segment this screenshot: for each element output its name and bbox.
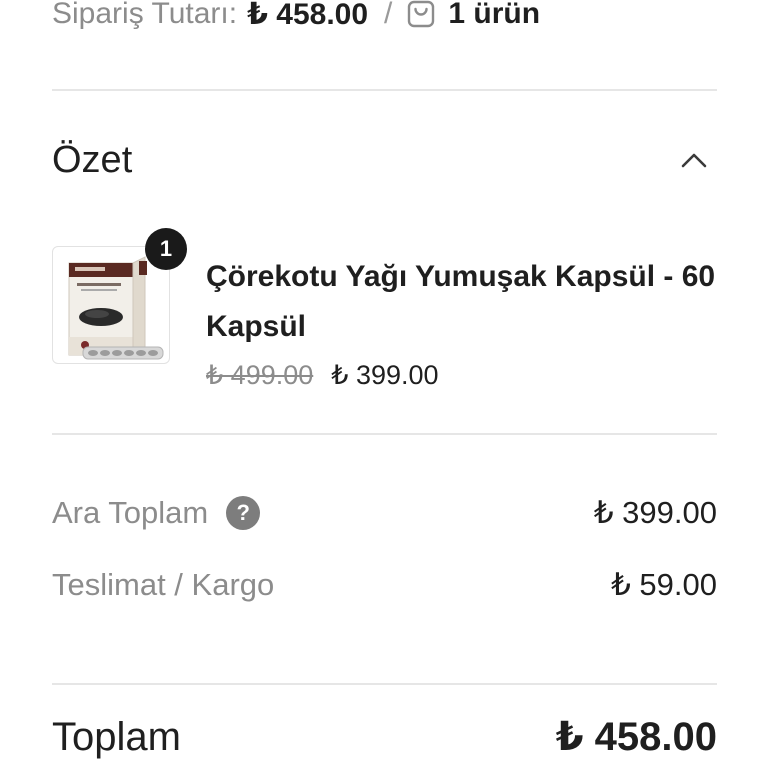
quantity-badge: 1: [145, 228, 187, 270]
shipping-value: ₺ 59.00: [611, 567, 717, 602]
product-name[interactable]: Çörekotu Yağı Yumuşak Kapsül - 60 Kapsül: [206, 252, 716, 352]
subtotal-row: Ara Toplam ? ₺ 399.00: [52, 490, 717, 536]
shipping-row: Teslimat / Kargo ₺ 59.00: [52, 562, 717, 608]
shipping-label: Teslimat / Kargo: [52, 567, 275, 602]
divider: [52, 683, 717, 685]
divider: [52, 89, 717, 91]
subtotal-value: ₺ 399.00: [593, 495, 717, 530]
chevron-up-icon[interactable]: [679, 145, 709, 175]
order-total-label: Sipariş Tutarı:: [52, 0, 238, 30]
order-item-count: 1 ürün: [448, 0, 541, 30]
discounted-price: ₺ 399.00: [331, 360, 439, 390]
divider: [52, 433, 717, 435]
total-label: Toplam: [52, 714, 181, 759]
shopping-bag-icon: [408, 0, 435, 28]
order-separator: /: [384, 0, 393, 30]
total-row: Toplam ₺ 458.00: [52, 714, 717, 760]
product-price-row: ₺ 499.00 ₺ 399.00: [206, 360, 439, 391]
summary-title: Özet: [52, 138, 133, 181]
order-total-amount: ₺ 458.00: [247, 0, 369, 31]
total-value: ₺ 458.00: [555, 715, 717, 759]
original-price: ₺ 499.00: [206, 360, 314, 390]
checkout-summary-page: Sipariş Tutarı: ₺ 458.00 / 1 ürün Özet 1…: [0, 0, 768, 768]
summary-toggle[interactable]: Özet: [52, 136, 717, 184]
help-icon[interactable]: ?: [226, 496, 261, 530]
subtotal-label: Ara Toplam: [52, 495, 209, 530]
order-summary-line[interactable]: Sipariş Tutarı: ₺ 458.00 / 1 ürün: [52, 0, 540, 38]
